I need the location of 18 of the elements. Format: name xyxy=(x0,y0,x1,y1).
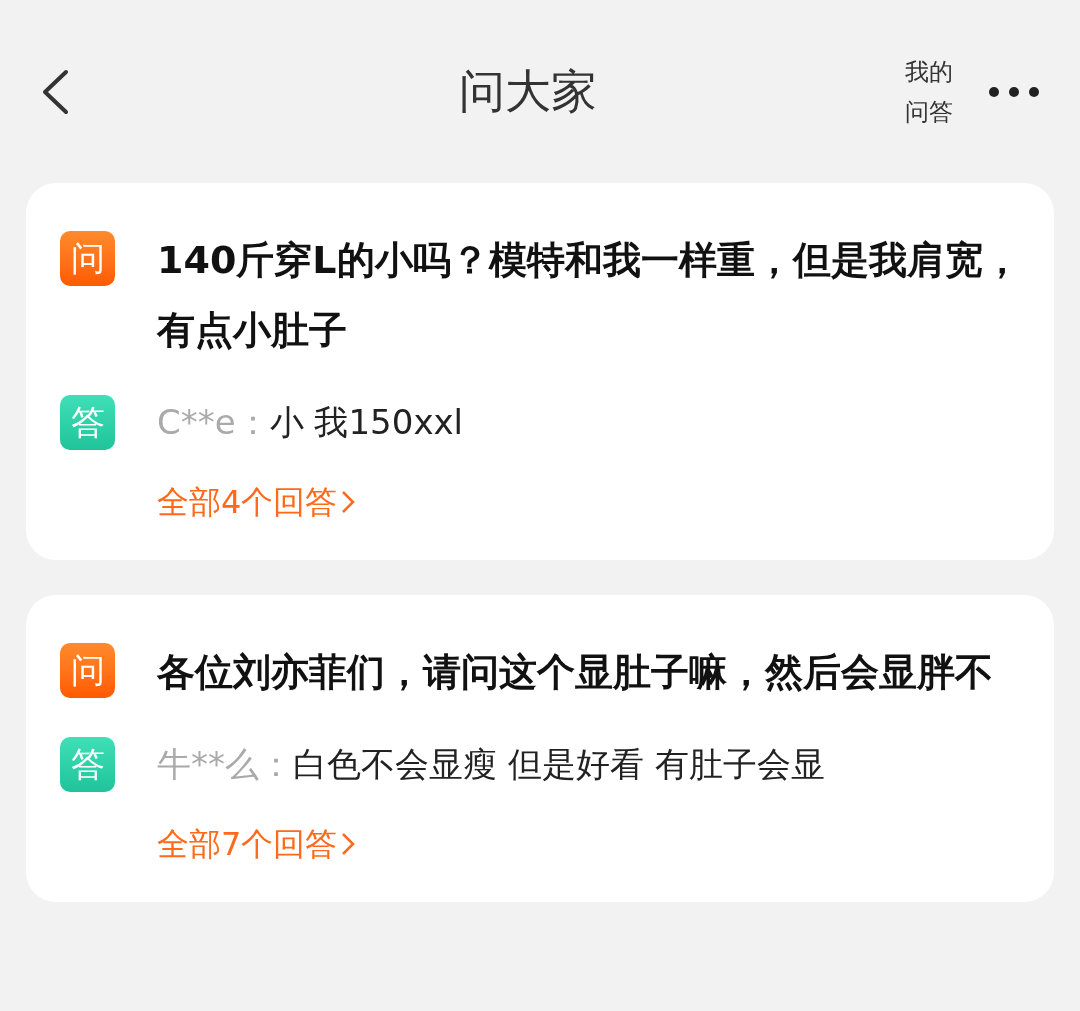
question-badge: 问 xyxy=(60,231,115,286)
chevron-icon xyxy=(341,490,356,514)
back-icon[interactable] xyxy=(40,68,70,115)
question-text: 各位刘亦菲们，请问这个显肚子嘛，然后会显胖不 xyxy=(157,649,993,696)
chevron-icon xyxy=(341,832,356,856)
page-title: 问大家 xyxy=(458,63,597,120)
answer-badge: 答 xyxy=(60,737,115,792)
answer-user: C**e： xyxy=(157,401,270,444)
question-text: 140斤穿L的小吗？模特和我一样重，但是我肩宽，有点小肚子 xyxy=(157,237,1022,354)
question-card[interactable]: 问 140斤穿L的小吗？模特和我一样重，但是我肩宽，有点小肚子 答 C**e：小 我150xxl 全部4个回答 xyxy=(26,183,1054,560)
more-icon[interactable] xyxy=(988,85,1040,98)
answer-badge: 答 xyxy=(60,395,115,450)
question-card[interactable]: 问 各位刘亦菲们，请问这个显肚子嘛，然后会显胖不 答 牛**么：白色不会显瘦 但是好看 有肚子会显 全部7个回答 xyxy=(26,595,1054,902)
my-qa-link[interactable]: 我的问答 xyxy=(905,51,958,132)
question-badge: 问 xyxy=(60,643,115,698)
answer-text: 小 我150xxl xyxy=(269,401,464,444)
answer-user: 牛**么： xyxy=(157,743,293,786)
answer-text: 白色不会显瘦 但是好看 有肚子会显 xyxy=(293,743,825,786)
